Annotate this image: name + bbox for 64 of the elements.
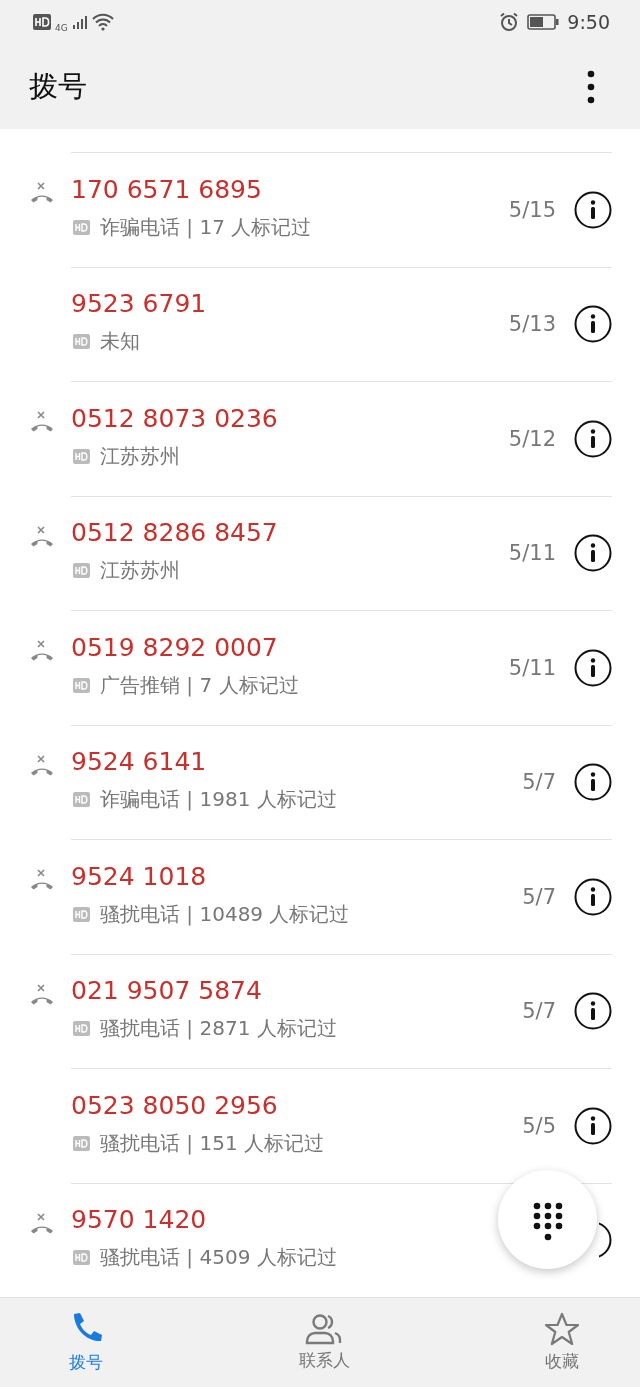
call-date: 5/5 [522, 1113, 556, 1138]
call-date: 5/7 [522, 770, 556, 795]
call-date: 5/7 [522, 999, 556, 1024]
nav-tab[interactable]: 收藏 [544, 1298, 580, 1387]
caller-label: 骚扰电话 | 151 人标记过 [100, 1129, 324, 1157]
hd-icon [73, 1250, 90, 1266]
phone-number: 9524 1018 [71, 861, 207, 891]
clock-time: 9:50 [567, 10, 610, 33]
nav-tab[interactable]: 拨号 [68, 1298, 104, 1387]
info-icon[interactable] [574, 992, 612, 1031]
caller-label: 未知 [100, 328, 140, 356]
info-icon[interactable] [574, 877, 612, 916]
hd-icon [73, 792, 90, 808]
call-date: 5/11 [508, 655, 556, 680]
phone-number: 9524 6141 [71, 747, 207, 777]
hd-icon [73, 1135, 90, 1151]
nav-tab[interactable]: 联系人 [298, 1298, 350, 1387]
caller-label: 骚扰电话 | 2871 人标记过 [100, 1015, 337, 1043]
hd-icon [73, 219, 90, 235]
dialpad-icon [532, 1201, 563, 1242]
signal-icon [71, 13, 88, 30]
contacts-icon [305, 1313, 343, 1346]
call-date: 5/7 [522, 884, 556, 909]
phone-number: 9570 1420 [71, 1205, 207, 1235]
info-icon[interactable] [574, 1106, 612, 1145]
battery-icon [527, 13, 560, 30]
page-title: 拨号 [29, 67, 87, 105]
caller-label: 诈骗电话 | 17 人标记过 [100, 213, 312, 241]
info-icon[interactable] [574, 305, 612, 344]
phone-number: 9523 6791 [71, 289, 207, 319]
phone-number: 0519 8292 0007 [71, 632, 278, 662]
caller-label: 诈骗电话 | 1981 人标记过 [100, 786, 337, 814]
caller-label: 广告推销 | 7 人标记过 [100, 671, 299, 699]
phone-number: 0512 8286 8457 [71, 518, 278, 548]
info-icon[interactable] [574, 534, 612, 573]
info-icon[interactable] [574, 763, 612, 802]
call-date: 5/13 [508, 312, 556, 337]
hd-icon [73, 448, 90, 464]
call-date: 5/15 [508, 197, 556, 222]
info-icon[interactable] [574, 419, 612, 458]
phone-number: 0523 8050 2956 [71, 1090, 278, 1120]
info-icon[interactable] [574, 648, 612, 687]
info-icon[interactable] [574, 190, 612, 229]
call-date: 5/11 [508, 541, 556, 566]
hd-icon [73, 906, 90, 922]
caller-label: 江苏苏州 [100, 557, 180, 585]
caller-label: 江苏苏州 [100, 442, 180, 470]
hd-icon [73, 334, 90, 350]
hd-icon [33, 13, 51, 30]
caller-label: 骚扰电话 | 10489 人标记过 [100, 900, 350, 928]
phone-number: 021 9507 5874 [71, 976, 262, 1006]
star-icon [544, 1312, 580, 1347]
phone-number: 0512 8073 0236 [71, 403, 278, 433]
caller-label: 骚扰电话 | 4509 人标记过 [100, 1244, 337, 1272]
network-type: 4G [55, 22, 68, 33]
hd-icon [73, 677, 90, 693]
alarm-icon [499, 11, 520, 32]
hd-icon [73, 563, 90, 579]
wifi-icon [91, 12, 114, 31]
call-date: 5/12 [508, 426, 556, 451]
phone-number: 170 6571 6895 [71, 174, 262, 204]
info-icon[interactable] [599, 1221, 612, 1260]
hd-icon [73, 1021, 90, 1037]
more-menu-icon[interactable] [587, 69, 595, 104]
